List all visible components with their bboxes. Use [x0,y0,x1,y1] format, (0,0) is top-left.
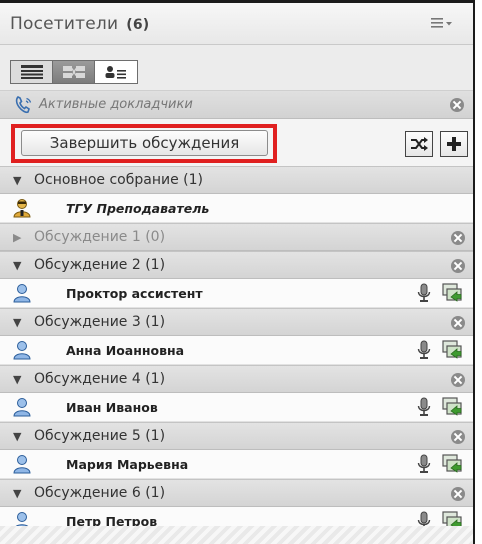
breakout-3-label: Обсуждение 3 (1) [34,314,166,330]
breakout-view-icon [62,66,85,78]
expand-arrow-icon[interactable]: ▼ [13,259,21,272]
breakout-1-header[interactable]: ▶ Обсуждение 1 (0) [0,223,473,251]
microphone-icon[interactable] [416,454,432,474]
attendee-status-view-button[interactable] [95,61,137,83]
pod-title-text: Посетители [10,14,119,34]
user-icon [13,341,31,360]
pod-title: Посетители (6) [10,14,149,34]
hamburger-menu-icon[interactable] [431,16,453,30]
attendee-list: ▼ Основное собрание (1) ТГУ Преподавател… [0,166,473,536]
close-circle-icon[interactable] [451,231,465,245]
host-row[interactable]: ТГУ Преподаватель [0,194,473,223]
screen-share-icon[interactable] [442,397,464,417]
pod-header: Посетители (6) [0,3,473,45]
resize-strip [0,526,473,544]
close-circle-icon[interactable] [451,487,465,501]
user-name: Проктор ассистент [66,286,203,301]
user-row-breakout-4[interactable]: Иван Иванов [0,393,473,422]
close-circle-icon[interactable] [451,259,465,273]
active-speakers-row: Активные докладчики [0,91,473,119]
collapsed-arrow-icon[interactable]: ▶ [13,231,21,244]
breakout-6-label: Обсуждение 6 (1) [34,485,166,501]
breakout-6-header[interactable]: ▼ Обсуждение 6 (1) [0,479,473,507]
list-view-icon [20,65,43,79]
microphone-icon[interactable] [416,283,432,303]
breakout-4-header[interactable]: ▼ Обсуждение 4 (1) [0,365,473,393]
expand-arrow-icon[interactable]: ▼ [13,430,21,443]
end-breakouts-button[interactable]: Завершить обсуждения [21,130,268,156]
phone-speaker-icon [15,96,32,114]
breakout-view-button[interactable] [53,61,95,83]
shuffle-icon [411,137,428,151]
screen-share-icon[interactable] [442,454,464,474]
view-switcher [10,60,138,84]
close-circle-icon[interactable] [450,98,464,112]
user-icon [13,398,31,417]
expand-arrow-icon[interactable]: ▼ [13,316,21,329]
breakout-2-header[interactable]: ▼ Обсуждение 2 (1) [0,251,473,279]
shuffle-button[interactable] [405,131,433,157]
breakout-3-header[interactable]: ▼ Обсуждение 3 (1) [0,308,473,336]
user-name: Мария Марьевна [66,457,189,472]
close-circle-icon[interactable] [451,373,465,387]
user-icon [13,284,31,303]
plus-icon [447,137,461,151]
attendee-count: (6) [126,17,150,33]
close-circle-icon[interactable] [451,430,465,444]
breakout-2-label: Обсуждение 2 (1) [34,257,166,273]
user-row-breakout-3[interactable]: Анна Иоанновна [0,336,473,365]
user-icon [13,455,31,474]
user-row-breakout-2[interactable]: Проктор ассистент [0,279,473,308]
active-speakers-label: Активные докладчики [39,97,193,112]
add-breakout-button[interactable] [440,131,468,157]
view-toolbar [0,45,473,91]
host-user-icon [13,199,31,218]
close-circle-icon[interactable] [451,316,465,330]
host-name: ТГУ Преподаватель [66,201,210,216]
user-row-breakout-5[interactable]: Мария Марьевна [0,450,473,479]
breakout-5-label: Обсуждение 5 (1) [34,428,166,444]
expand-arrow-icon[interactable]: ▼ [13,487,21,500]
microphone-icon[interactable] [416,340,432,360]
breakout-5-header[interactable]: ▼ Обсуждение 5 (1) [0,422,473,450]
expand-arrow-icon[interactable]: ▼ [13,373,21,386]
breakout-4-label: Обсуждение 4 (1) [34,371,166,387]
main-room-label: Основное собрание (1) [34,172,203,188]
main-room-header[interactable]: ▼ Основное собрание (1) [0,166,473,194]
attendees-pod: Посетители (6) Активные докладчики Завер… [0,0,475,544]
user-name: Иван Иванов [66,400,158,415]
microphone-icon[interactable] [416,397,432,417]
screen-share-icon[interactable] [442,283,464,303]
expand-arrow-icon[interactable]: ▼ [13,174,21,187]
user-name: Анна Иоанновна [66,343,185,358]
list-view-button[interactable] [11,61,53,83]
screen-share-icon[interactable] [442,340,464,360]
attendee-status-icon [105,66,126,79]
breakout-1-label: Обсуждение 1 (0) [34,229,166,245]
